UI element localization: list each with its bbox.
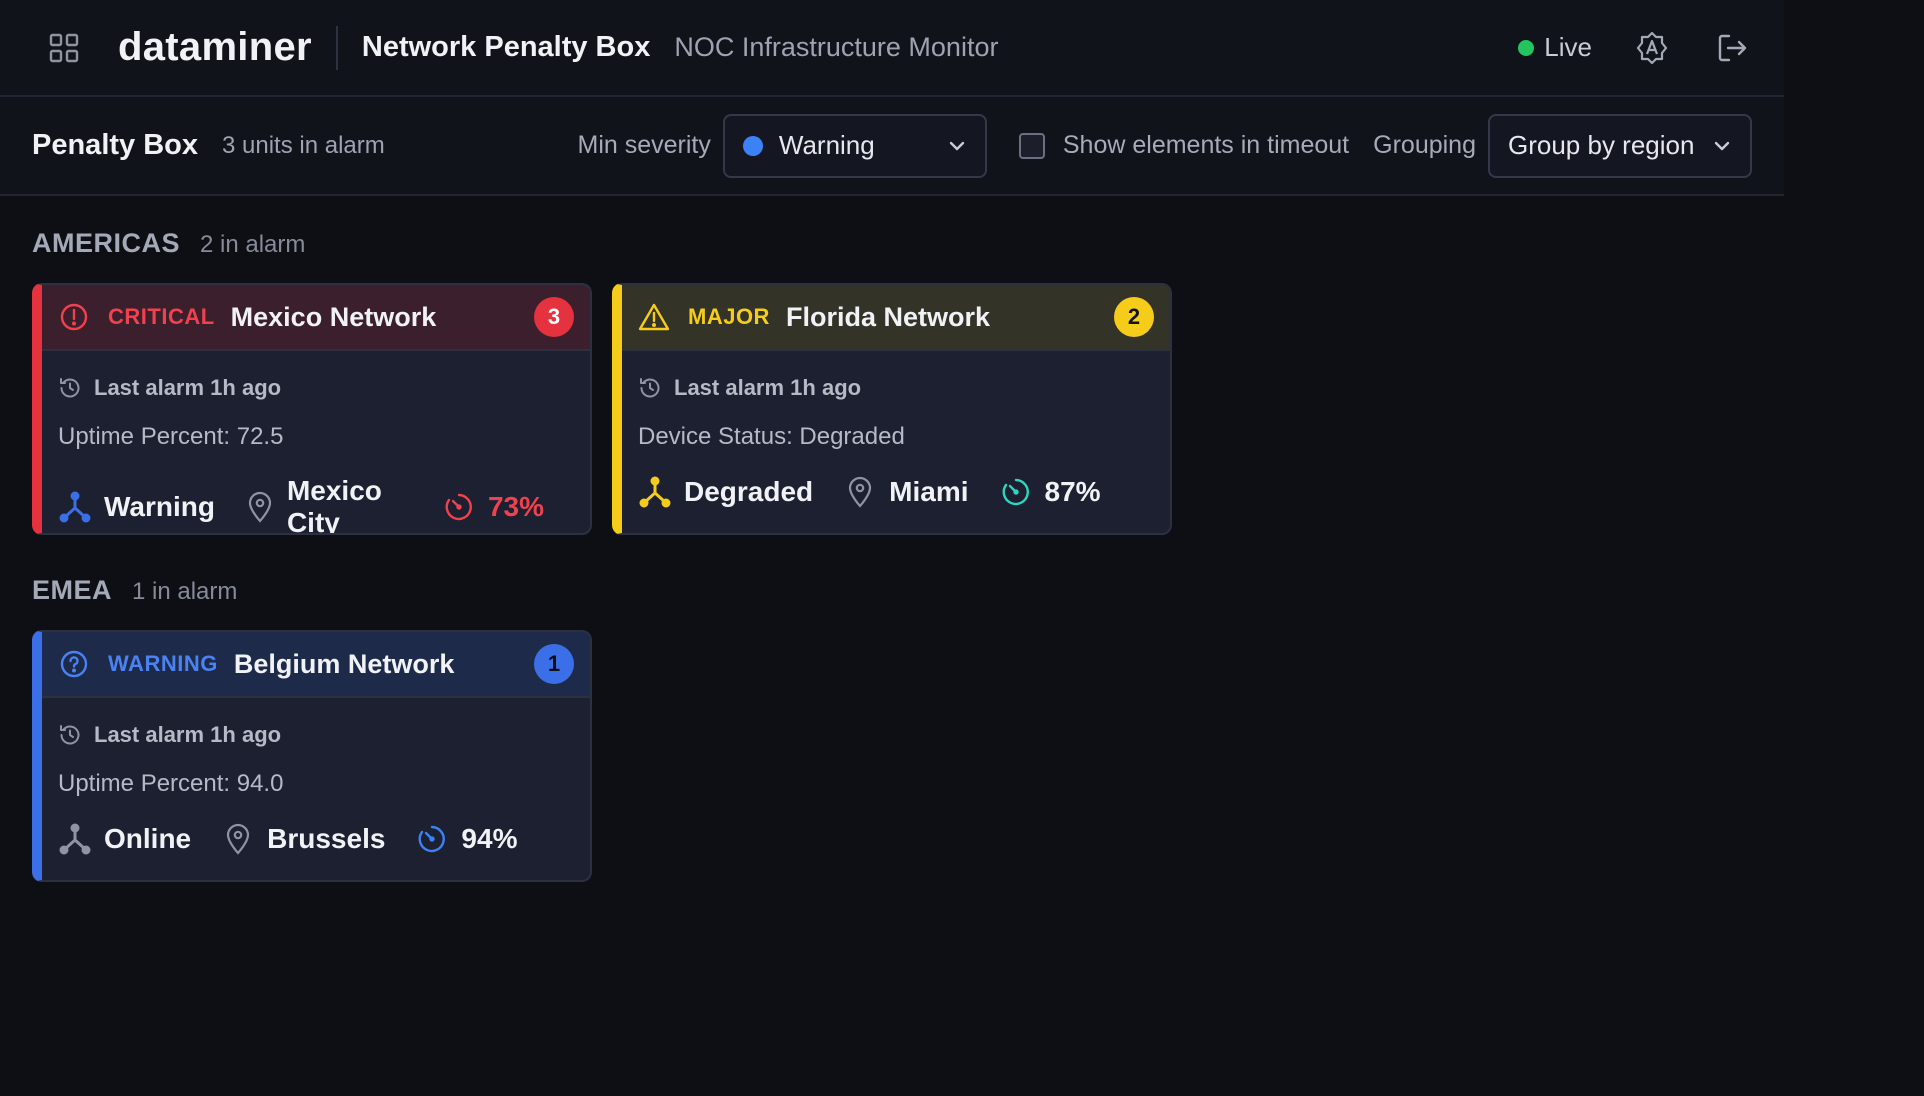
penalty-content: AMERICAS 2 in alarm CRITICAL Mexico Netw… [0,196,1784,954]
gauge-icon [415,822,449,856]
last-alarm-text: Last alarm 1h ago [674,375,862,400]
chevron-down-icon [1712,136,1732,156]
uptime-value: 94% [461,823,518,854]
card-stats: Warning Mexico City 73% [58,475,574,535]
timeout-label[interactable]: Show elements in timeout [1063,131,1349,160]
map-pin-icon [843,475,877,509]
location-stat: Mexico City [245,475,412,535]
gauge-icon [999,475,1033,509]
element-card-mexico-network[interactable]: CRITICAL Mexico Network 3 Last alarm 1h … [32,283,592,535]
element-name: Belgium Network [233,648,455,679]
parameter-detail: Device Status: Degraded [638,423,905,450]
card-stats: Degraded Miami 87% [638,475,1154,509]
parameter-detail: Uptime Percent: 94.0 [58,770,284,797]
status-value: Online [104,823,192,854]
card-header: WARNING Belgium Network 1 [42,632,590,698]
chevron-down-icon [947,136,967,156]
group-header-americas: AMERICAS 2 in alarm [32,228,1752,259]
severity-dot-icon [742,135,763,156]
card-list-americas: CRITICAL Mexico Network 3 Last alarm 1h … [32,283,1752,535]
history-icon [638,376,662,400]
alert-circle-icon [58,301,90,333]
network-node-icon [58,490,92,524]
warning-triangle-icon [638,301,670,333]
header-divider [335,25,338,70]
group-header-emea: EMEA 1 in alarm [32,575,1752,606]
timeout-checkbox[interactable] [1018,132,1045,159]
location-stat: Miami [843,475,969,509]
alarm-count-badge: 2 [1114,297,1154,337]
network-node-icon [638,475,672,509]
uptime-stat: 73% [442,490,544,524]
min-severity-value: Warning [778,130,875,160]
group-name: EMEA [32,575,113,605]
map-pin-icon [221,822,255,856]
app-subtitle: NOC Infrastructure Monitor [674,32,999,62]
group-count: 2 in alarm [200,231,306,258]
status-stat: Warning [58,490,215,524]
card-list-emea: WARNING Belgium Network 1 Last alarm 1h … [32,630,1752,882]
location-stat: Brussels [221,822,385,856]
location-value: Mexico City [286,475,382,535]
uptime-stat: 94% [415,822,517,856]
page-title: Penalty Box [32,129,198,161]
severity-label: CRITICAL [108,304,215,329]
live-label: Live [1544,32,1592,62]
status-stat: Online [58,822,191,856]
uptime-stat: 87% [999,475,1101,509]
last-alarm: Last alarm 1h ago [58,722,574,748]
live-dot-icon [1518,39,1535,56]
element-name: Florida Network [785,301,990,332]
min-severity-select[interactable]: Warning [722,113,987,178]
group-count: 1 in alarm [132,578,238,605]
parameter-detail: Uptime Percent: 72.5 [58,423,284,450]
grouping-label: Grouping [1373,131,1476,159]
app-root: dataminer Network Penalty Box NOC Infras… [0,0,1784,1096]
card-body: Last alarm 1h ago Device Status: Degrade… [622,351,1170,509]
status-value: Degraded [684,476,814,507]
location-value: Miami [889,476,969,507]
element-name: Mexico Network [230,301,437,332]
map-pin-icon [245,490,275,524]
card-body: Last alarm 1h ago Uptime Percent: 72.5 W… [42,351,590,535]
uptime-value: 73% [487,491,544,522]
gauge-icon [442,490,476,524]
last-alarm: Last alarm 1h ago [638,375,1154,401]
brand-logo[interactable]: dataminer [118,25,312,70]
last-alarm-text: Last alarm 1h ago [94,722,282,747]
theme-toggle-icon[interactable] [1632,28,1672,68]
card-header: MAJOR Florida Network 2 [622,285,1170,351]
card-stats: Online Brussels 94% [58,822,574,856]
help-circle-icon [58,648,90,680]
live-indicator: Live [1518,32,1592,63]
location-value: Brussels [267,823,386,854]
grouping-select[interactable]: Group by region [1488,113,1752,178]
uptime-value: 87% [1044,476,1101,507]
penalty-toolbar: Penalty Box 3 units in alarm Min severit… [0,97,1784,196]
network-node-icon [58,822,92,856]
min-severity-label: Min severity [577,131,711,159]
card-header: CRITICAL Mexico Network 3 [42,285,590,351]
last-alarm-text: Last alarm 1h ago [94,375,282,400]
app-title: Network Penalty Box [361,31,651,63]
alarm-count-badge: 1 [534,644,574,684]
status-stat: Degraded [638,475,813,509]
apps-grid-icon[interactable] [46,30,82,66]
group-name: AMERICAS [32,228,181,258]
history-icon [58,723,82,747]
element-card-florida-network[interactable]: MAJOR Florida Network 2 Last alarm 1h ag… [612,283,1172,535]
status-value: Warning [104,491,215,522]
grouping-value: Group by region [1508,130,1695,160]
severity-label: MAJOR [688,304,770,329]
alarm-count: 3 units in alarm [222,131,385,159]
alarm-count-badge: 3 [534,297,574,337]
severity-label: WARNING [108,651,218,676]
top-bar: dataminer Network Penalty Box NOC Infras… [0,0,1784,97]
history-icon [58,376,82,400]
last-alarm: Last alarm 1h ago [58,375,574,401]
element-card-belgium-network[interactable]: WARNING Belgium Network 1 Last alarm 1h … [32,630,592,882]
logout-icon[interactable] [1712,28,1752,68]
card-body: Last alarm 1h ago Uptime Percent: 94.0 O… [42,698,590,856]
